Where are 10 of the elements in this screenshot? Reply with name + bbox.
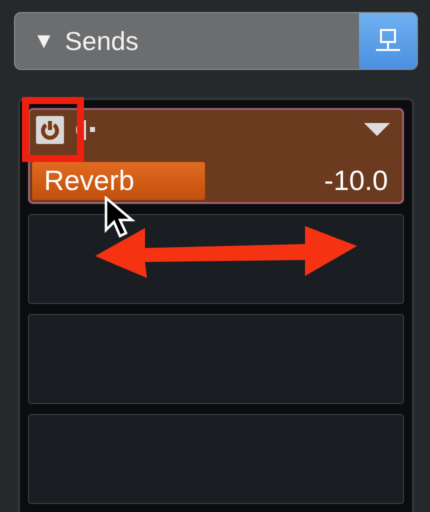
send-level-fader[interactable]: Reverb -10.0	[32, 162, 400, 200]
send-name: Reverb	[43, 165, 134, 197]
network-icon	[375, 28, 401, 54]
cursor-icon	[104, 196, 136, 240]
sends-toggle[interactable]: ▼ Sends	[15, 13, 359, 69]
power-button[interactable]	[36, 116, 64, 144]
highlight-box	[22, 97, 84, 162]
dropdown-icon[interactable]	[364, 123, 390, 137]
network-button[interactable]	[359, 13, 417, 69]
send-value: -10.0	[324, 165, 389, 197]
